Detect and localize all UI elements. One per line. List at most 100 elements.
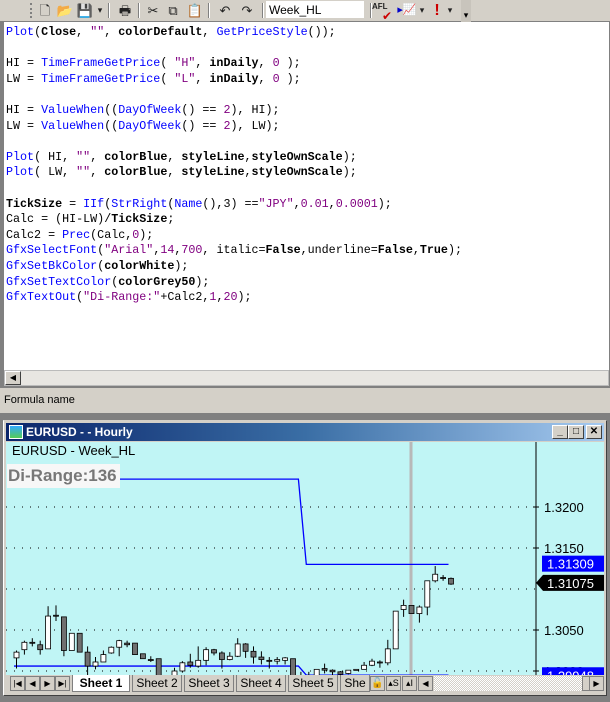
candle-body	[424, 580, 431, 608]
code-token: "L"	[174, 71, 196, 86]
code-line[interactable]: HI = ValueWhen((DayOfWeek() == 2), HI);	[6, 103, 462, 119]
chart-window-titlebar[interactable]: EURUSD - - Hourly _ □ ✕	[6, 423, 604, 441]
sync-i-button[interactable]: ▴I	[402, 676, 417, 691]
candle	[400, 599, 407, 617]
candle-body	[242, 643, 249, 652]
minimize-button[interactable]: _	[552, 425, 568, 439]
code-line[interactable]	[6, 181, 462, 197]
candle-body	[440, 577, 447, 579]
editor-horizontal-scrollbar[interactable]: ◀	[4, 370, 609, 386]
code-token: () ==	[181, 102, 224, 117]
candle	[100, 650, 107, 663]
print-icon[interactable]: 🖶	[116, 2, 134, 19]
candle	[321, 663, 328, 674]
chart-plot-area[interactable]: 1.32001.31501.30501.30001.313091.310751.…	[6, 442, 604, 675]
sheet-nav-next-button[interactable]: ▶	[40, 676, 55, 691]
code-token: ,	[412, 243, 420, 258]
price-label: 1.31309	[542, 555, 604, 572]
candle-body	[337, 671, 344, 675]
candle-body	[139, 653, 146, 660]
code-token: TimeFrameGetPrice	[41, 71, 161, 86]
splitter[interactable]	[0, 408, 610, 414]
candle-body	[353, 668, 360, 671]
code-line[interactable]: Plot( HI, "", colorBlue, styleLine,style…	[6, 150, 462, 166]
code-token: GetPriceStyle	[216, 25, 308, 39]
candle-body	[274, 659, 281, 662]
code-token: ((	[104, 102, 119, 117]
toolbar-overflow-icon[interactable]: ▾	[461, 0, 471, 22]
alert-dropdown-icon[interactable]: ▾	[446, 2, 454, 19]
formula-name-label: Formula name	[0, 388, 610, 408]
candle	[361, 661, 368, 670]
code-token: DayOfWeek	[118, 118, 182, 133]
apply-indicator-icon[interactable]: ▸📈	[396, 2, 418, 19]
code-token: LW =	[6, 118, 42, 133]
code-token: TimeFrameGetPrice	[41, 56, 161, 71]
code-token: styleOwnScale	[251, 149, 343, 164]
candle-body	[266, 659, 273, 662]
sheet-nav-last-button[interactable]: ▶|	[55, 676, 70, 691]
formula-name-combo[interactable]	[266, 1, 364, 18]
redo-icon[interactable]: ↷	[238, 2, 256, 19]
code-token: (),3) ==	[202, 196, 259, 211]
toolbar-grip[interactable]	[30, 3, 33, 18]
copy-icon[interactable]: ⧉	[164, 2, 182, 19]
code-text[interactable]: Plot (Close, "", colorDefault, GetPriceSt…	[6, 25, 462, 306]
tab-she[interactable]: She	[340, 675, 370, 692]
new-file-icon[interactable]: 🗋	[36, 2, 54, 19]
maximize-button[interactable]: □	[568, 425, 584, 439]
code-token: styleLine	[181, 165, 245, 180]
chart-scroll-right-button[interactable]: ▶	[589, 676, 604, 691]
code-token: Close	[41, 25, 77, 39]
code-line[interactable]: HI = TimeFrameGetPrice( "H", inDaily, 0 …	[6, 56, 462, 72]
tab-sheet-5[interactable]: Sheet 5	[288, 675, 338, 692]
code-line[interactable]	[6, 87, 462, 103]
save-dropdown-icon[interactable]: ▾	[96, 2, 104, 19]
candle	[266, 657, 273, 669]
sync-s-button[interactable]: ▴S	[386, 676, 401, 691]
save-icon[interactable]: 💾	[76, 2, 94, 19]
code-line[interactable]: TickSize = IIf(StrRight(Name(),3) =="JPY…	[6, 197, 462, 213]
code-line[interactable]: LW = ValueWhen((DayOfWeek() == 2), LW);	[6, 119, 462, 135]
close-button[interactable]: ✕	[586, 425, 602, 439]
code-line[interactable]: GfxSelectFont("Arial",14,700, italic=Fal…	[6, 243, 462, 259]
tab-sheet-1[interactable]: Sheet 1	[72, 675, 130, 692]
tab-sheet-3[interactable]: Sheet 3	[184, 675, 234, 692]
sheet-nav-first-button[interactable]: |◀	[10, 676, 25, 691]
code-line[interactable]: Calc = (HI-LW)/TickSize;	[6, 212, 462, 228]
series-line-lw	[14, 665, 449, 675]
code-line[interactable]: LW = TimeFrameGetPrice( "L", inDaily, 0 …	[6, 72, 462, 88]
candle	[448, 577, 454, 585]
code-line[interactable]: GfxSetBkColor(colorWhite);	[6, 259, 462, 275]
cut-icon[interactable]: ✂	[144, 2, 162, 19]
apply-dropdown-icon[interactable]: ▾	[418, 2, 426, 19]
candle	[432, 566, 439, 583]
undo-icon[interactable]: ↶	[216, 2, 234, 19]
sheet-nav-prev-button[interactable]: ◀	[25, 676, 40, 691]
open-folder-icon[interactable]: 📂	[56, 2, 74, 19]
code-line[interactable]: Calc2 = Prec(Calc,0);	[6, 228, 462, 244]
chart-horizontal-scrollbar[interactable]	[434, 676, 582, 691]
candle	[203, 647, 210, 666]
code-line[interactable]	[6, 134, 462, 150]
code-token: DayOfWeek	[118, 102, 182, 117]
lock-icon[interactable]: 🔓	[370, 676, 385, 691]
candle	[179, 661, 186, 673]
alert-icon[interactable]: !	[428, 2, 446, 19]
code-line[interactable]: Plot(Close, "", colorDefault, GetPriceSt…	[6, 25, 462, 41]
y-tick-label: 1.3200	[544, 500, 584, 515]
code-line[interactable]: Plot( LW, "", colorBlue, styleLine,style…	[6, 165, 462, 181]
paste-icon[interactable]: 📋	[186, 2, 204, 19]
price-label-text: 1.31075	[547, 576, 594, 591]
code-token: ,	[258, 71, 273, 86]
chart-scroll-left-button[interactable]: ◀	[418, 676, 433, 691]
code-token: , italic=	[202, 243, 266, 258]
tab-sheet-2[interactable]: Sheet 2	[132, 675, 182, 692]
code-line[interactable]	[6, 41, 462, 57]
code-line[interactable]: GfxSetTextColor(colorGrey50);	[6, 275, 462, 291]
formula-editor[interactable]: Plot (Close, "", colorDefault, GetPriceSt…	[0, 22, 610, 370]
code-token: ,	[104, 25, 119, 39]
code-line[interactable]: GfxTextOut("Di-Range:"+Calc2,1,20);	[6, 290, 462, 306]
scroll-left-button[interactable]: ◀	[5, 371, 21, 385]
tab-sheet-4[interactable]: Sheet 4	[236, 675, 286, 692]
